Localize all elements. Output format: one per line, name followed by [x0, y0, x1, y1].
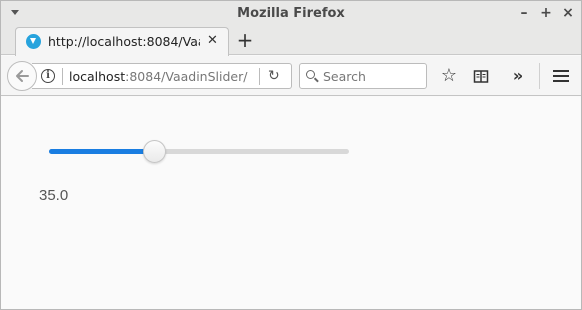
search-box[interactable]: Search: [299, 63, 427, 89]
search-icon: [306, 70, 315, 79]
slider-handle[interactable]: [143, 140, 166, 163]
reload-icon[interactable]: ↻: [268, 68, 280, 84]
overflow-chevron-icon[interactable]: »: [508, 66, 528, 86]
url-bar[interactable]: i localhost:8084/VaadinSlider/ ↻: [32, 63, 292, 89]
window-title: Mozilla Firefox: [237, 6, 345, 21]
divider: [62, 68, 63, 85]
browser-window: Mozilla Firefox – + × http://localhost:8…: [0, 0, 582, 310]
bookmark-star-icon[interactable]: ☆: [439, 66, 459, 86]
new-tab-button[interactable]: +: [235, 30, 255, 50]
divider: [539, 63, 540, 89]
close-window-icon[interactable]: ×: [560, 5, 576, 21]
url-path: :8084/VaadinSlider/: [125, 69, 248, 84]
search-placeholder: Search: [323, 69, 366, 84]
menu-icon[interactable]: [551, 66, 571, 86]
info-icon[interactable]: i: [41, 69, 55, 83]
vaadin-icon: [26, 34, 41, 49]
slider-fill: [49, 149, 154, 154]
maximize-icon[interactable]: +: [538, 5, 554, 21]
close-tab-icon[interactable]: ✕: [207, 33, 218, 48]
url-text[interactable]: localhost:8084/VaadinSlider/: [69, 69, 247, 84]
tab-vaadin-slider[interactable]: http://localhost:8084/VaadinSlider/ ✕: [15, 27, 229, 56]
back-button[interactable]: [7, 61, 37, 91]
tab-strip: http://localhost:8084/VaadinSlider/ ✕ +: [1, 27, 581, 56]
back-arrow-icon: [16, 70, 29, 82]
minimize-icon[interactable]: –: [516, 5, 532, 21]
url-host: localhost: [69, 69, 126, 84]
tab-title: http://localhost:8084/VaadinSlider/: [48, 34, 200, 49]
title-bar: Mozilla Firefox – + ×: [1, 1, 581, 27]
divider: [259, 68, 260, 85]
slider-value-label: 35.0: [39, 187, 69, 204]
vaadin-slider[interactable]: [49, 140, 349, 163]
navigation-toolbar: i localhost:8084/VaadinSlider/ ↻ Search …: [1, 56, 581, 96]
reading-list-icon[interactable]: [471, 66, 491, 86]
page-content: 35.0: [1, 97, 581, 309]
